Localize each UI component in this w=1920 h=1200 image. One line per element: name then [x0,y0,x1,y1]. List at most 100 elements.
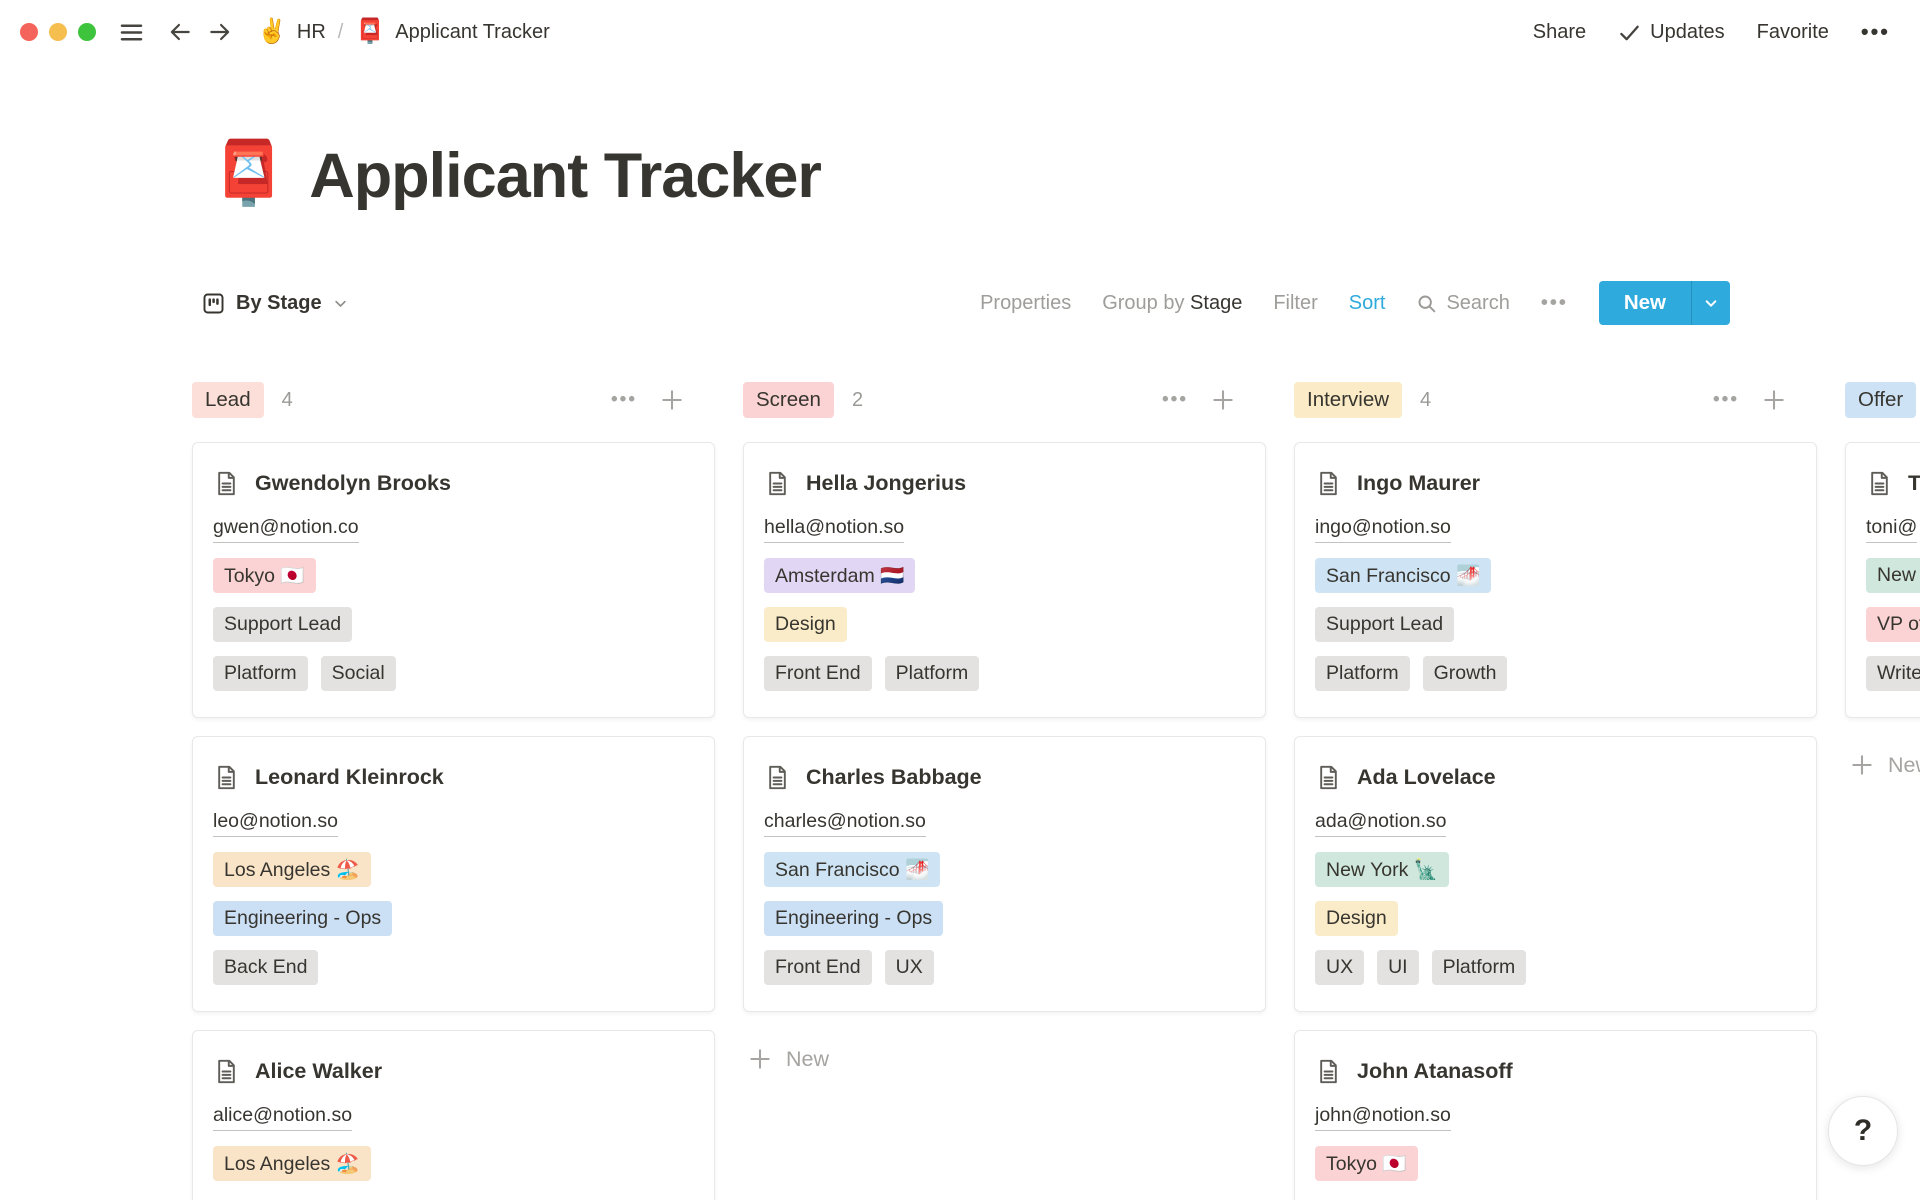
check-icon [1618,21,1641,44]
window-controls [20,23,96,41]
column-add-icon[interactable] [1761,387,1787,413]
column-header: Screen 2 ••• [743,382,1266,418]
card-name: Gwendolyn Brooks [255,471,451,496]
card-email[interactable]: john@notion.so [1315,1102,1796,1132]
card-email[interactable]: ada@notion.so [1315,808,1796,838]
tag-pill: Los Angeles 🏖️ [213,1146,371,1181]
topbar-actions: Share Updates Favorite ••• [1533,19,1890,45]
view-switcher[interactable]: By Stage [202,292,348,315]
tag-pill: Growth [1423,656,1508,691]
new-dropdown-button[interactable] [1691,281,1730,325]
chevron-down-icon [333,296,348,311]
kanban-card[interactable]: Charles Babbagecharles@notion.soSan Fran… [743,736,1266,1012]
add-card-button[interactable]: New [1845,752,1920,778]
column-count: 4 [282,389,293,412]
board-column-screen: Screen 2 ••• Hella Jongerius hella@notion.so… [743,382,1266,1072]
column-add-icon[interactable] [659,387,685,413]
tag-pill: VP of [1866,607,1920,642]
tag-row: VP of [1866,607,1920,642]
kanban-card[interactable]: Ada Lovelaceada@notion.soNew York 🗽Desig… [1294,736,1817,1012]
tag-row: Engineering - Ops [213,901,694,936]
page-title[interactable]: Applicant Tracker [309,138,821,214]
kanban-card[interactable]: Ingo Maureringo@notion.soSan Francisco 🌁… [1294,442,1817,718]
column-add-icon[interactable] [1210,387,1236,413]
new-button-label[interactable]: New [1599,281,1691,325]
column-more-icon[interactable]: ••• [1713,389,1739,411]
toolbar-more-button[interactable]: ••• [1541,292,1568,315]
tag-pill: Front End [764,950,872,985]
filter-button[interactable]: Filter [1273,292,1317,315]
card-email[interactable]: gwen@notion.co [213,514,694,544]
column-header: Lead 4 ••• [192,382,715,418]
tag-pill: Design [764,607,847,642]
card-email[interactable]: toni@ [1866,514,1920,544]
sidebar-toggle-button[interactable] [118,19,145,46]
forward-button[interactable] [207,19,233,45]
breadcrumb-workspace[interactable]: HR [297,21,326,44]
column-title-pill[interactable]: Offer [1845,382,1916,418]
page-doc-icon [1315,1058,1342,1085]
page-doc-icon [764,470,791,497]
page-icon[interactable]: 📮 [210,138,287,210]
share-button[interactable]: Share [1533,21,1586,44]
card-email[interactable]: alice@notion.so [213,1102,694,1132]
card-name: Alice Walker [255,1059,382,1084]
card-email[interactable]: hella@notion.so [764,514,1245,544]
tag-row: New York [1866,558,1920,593]
card-title-row: Gwendolyn Brooks [213,465,694,501]
column-header: Offer••• [1845,382,1920,418]
column-more-icon[interactable]: ••• [1162,389,1188,411]
card-name: Hella Jongerius [806,471,966,496]
favorite-button[interactable]: Favorite [1757,21,1829,44]
board-column-lead: Lead 4 ••• Gwendolyn Brooks gwen@notion.co To… [192,382,715,1200]
card-email[interactable]: charles@notion.so [764,808,1245,838]
tag-pill: Platform [213,656,308,691]
breadcrumb-page[interactable]: Applicant Tracker [395,21,550,44]
page-doc-icon [213,764,240,791]
tag-pill: UX [885,950,934,985]
column-cards: Gwendolyn Brooksgwen@notion.coTokyo 🇯🇵Su… [192,442,715,1200]
card-title-row: Hella Jongerius [764,465,1245,501]
column-count: 2 [852,389,863,412]
tag-pill: Platform [1315,656,1410,691]
tag-pill: Engineering - Ops [213,901,392,936]
card-email[interactable]: ingo@notion.so [1315,514,1796,544]
back-button[interactable] [167,19,193,45]
help-button[interactable]: ? [1828,1096,1898,1166]
kanban-card[interactable]: Tonitoni@New YorkVP ofWriter [1845,442,1920,718]
sort-button[interactable]: Sort [1349,292,1386,315]
column-title-pill[interactable]: Lead [192,382,264,418]
kanban-card[interactable]: Alice Walker alice@notion.so Los Angeles 🏖… [192,1030,715,1200]
tag-pill: Platform [1432,950,1527,985]
window-zoom-button[interactable] [78,23,96,41]
tag-row: San Francisco 🌁 [1315,558,1796,593]
kanban-card[interactable]: Gwendolyn Brooksgwen@notion.coTokyo 🇯🇵Su… [192,442,715,718]
window-minimize-button[interactable] [49,23,67,41]
add-card-label: New [1888,753,1920,778]
kanban-card[interactable]: Hella Jongerius hella@notion.so Amsterdam … [743,442,1266,718]
properties-button[interactable]: Properties [980,292,1071,315]
card-email[interactable]: leo@notion.so [213,808,694,838]
tag-pill: Amsterdam 🇳🇱 [764,558,915,593]
add-card-button[interactable]: New [743,1046,1266,1072]
column-more-icon[interactable]: ••• [611,389,637,411]
page-emoji-small: 📮 [355,20,385,44]
new-button[interactable]: New [1599,281,1730,325]
page-doc-icon [213,1058,240,1085]
window-close-button[interactable] [20,23,38,41]
more-button[interactable]: ••• [1861,19,1890,45]
tag-row: San Francisco 🌁 [764,852,1245,887]
tag-pill: Writer [1866,656,1920,691]
tag-row: Tokyo 🇯🇵 [213,558,694,593]
column-title-pill[interactable]: Screen [743,382,834,418]
page-doc-icon [764,764,791,791]
tag-pill: Social [321,656,396,691]
kanban-card[interactable]: Leonard Kleinrockleo@notion.soLos Angele… [192,736,715,1012]
kanban-card[interactable]: John Atanasoffjohn@notion.soTokyo 🇯🇵 [1294,1030,1817,1200]
updates-button[interactable]: Updates [1618,21,1725,44]
group-by-button[interactable]: Group by Stage [1102,292,1242,315]
page-doc-icon [213,470,240,497]
search-button[interactable]: Search [1416,292,1509,315]
column-title-pill[interactable]: Interview [1294,382,1402,418]
tag-row: Front End UX [764,950,1245,985]
